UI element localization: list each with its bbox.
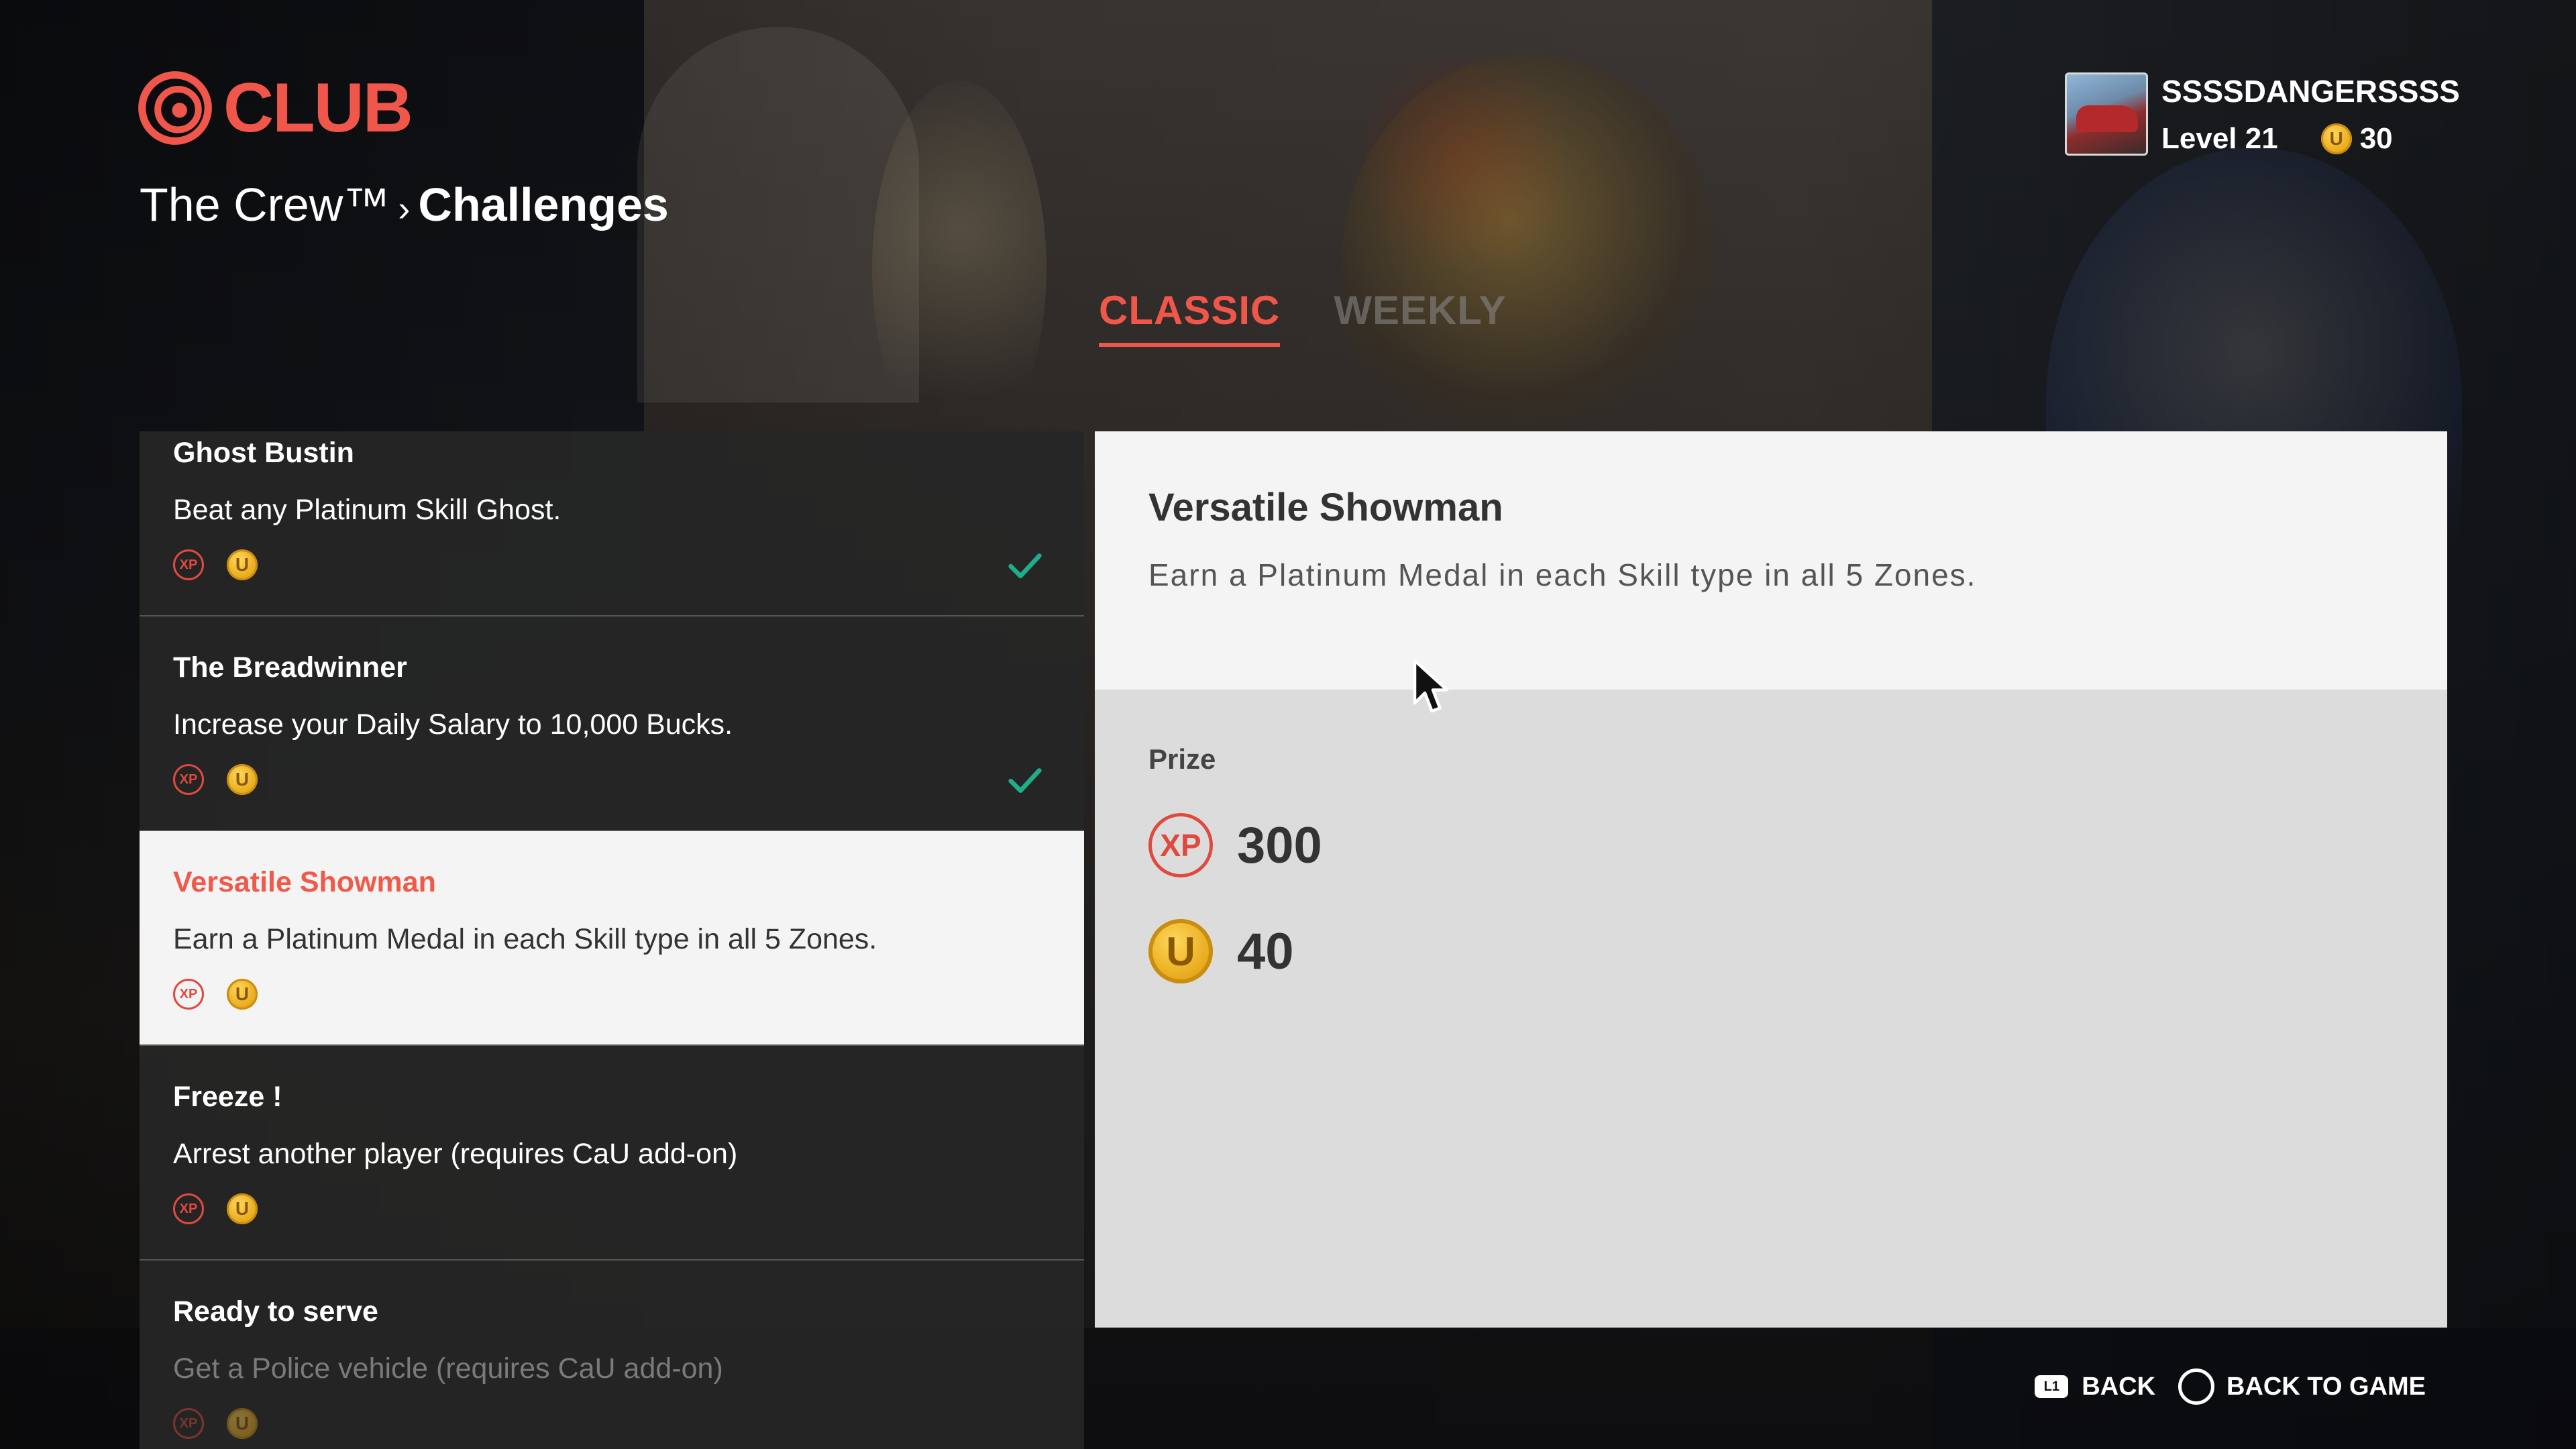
checkmark-icon [1008, 768, 1042, 794]
challenge-detail-panel: Versatile Showman Earn a Platinum Medal … [1095, 431, 2447, 1328]
detail-header: Versatile Showman Earn a Platinum Medal … [1095, 431, 2447, 690]
back-to-game-button[interactable]: BACK TO GAME [2226, 1373, 2426, 1401]
reward-icons: XP U [173, 1193, 1051, 1224]
challenge-list[interactable]: Ghost Bustin Beat any Platinum Skill Gho… [140, 431, 1084, 1449]
profile-info: SSSSDANGERSSSS Level 21 U 30 [2161, 72, 2460, 156]
page-title: Challenges [418, 178, 669, 231]
prize-label: Prize [1148, 743, 1216, 775]
challenge-description: Beat any Platinum Skill Ghost. [173, 494, 561, 526]
mouse-cursor-icon [1413, 659, 1449, 713]
coin-icon: U [227, 549, 258, 580]
coin-icon: U [227, 764, 258, 795]
challenge-title: Versatile Showman [173, 866, 436, 898]
footer-controls: L1 BACK BACK TO GAME [2035, 1368, 2426, 1405]
logo-text: CLUB [223, 69, 413, 147]
challenge-description: Get a Police vehicle (requires CaU add-o… [173, 1352, 723, 1385]
challenge-description: Earn a Platinum Medal in each Skill type… [173, 923, 877, 955]
xp-prize-value: 300 [1237, 816, 1322, 874]
club-swirl-icon [138, 71, 212, 145]
challenge-title: Freeze ! [173, 1081, 282, 1113]
reward-icons: XP U [173, 979, 1051, 1010]
challenge-title: The Breadwinner [173, 651, 407, 684]
avatar[interactable] [2065, 72, 2148, 156]
breadcrumb-parent[interactable]: The Crew™ [140, 178, 390, 231]
challenge-description: Arrest another player (requires CaU add-… [173, 1138, 738, 1170]
reward-icons: XP U [173, 1408, 1051, 1439]
level-row: Level 21 U 30 [2161, 122, 2460, 156]
xp-icon: XP [173, 1193, 204, 1224]
detail-description: Earn a Platinum Medal in each Skill type… [1148, 557, 1977, 592]
back-button[interactable]: BACK [2082, 1373, 2155, 1401]
circle-button-icon [2178, 1368, 2215, 1405]
breadcrumb: The Crew™ › Challenges [140, 181, 669, 228]
coin-prize-value: 40 [1237, 922, 1294, 980]
detail-title: Versatile Showman [1148, 486, 1503, 529]
list-item-selected[interactable]: Versatile Showman Earn a Platinum Medal … [140, 831, 1084, 1046]
challenge-title: Ready to serve [173, 1295, 378, 1328]
xp-icon: XP [1148, 813, 1213, 877]
challenge-tabs: CLASSIC WEEKLY [1099, 287, 1507, 347]
coin-icon: U [227, 979, 258, 1010]
coin-icon: U [2320, 123, 2352, 154]
breadcrumb-separator: › [398, 189, 411, 229]
username: SSSSDANGERSSSS [2161, 74, 2460, 109]
user-profile[interactable]: SSSSDANGERSSSS Level 21 U 30 [2065, 72, 2460, 156]
xp-icon: XP [173, 764, 204, 795]
coin-icon: U [227, 1408, 258, 1439]
coin-prize-row: U 40 [1148, 919, 2394, 983]
reward-icons: XP U [173, 764, 1051, 795]
xp-icon: XP [173, 1408, 204, 1439]
list-item[interactable]: Ghost Bustin Beat any Platinum Skill Gho… [140, 431, 1084, 616]
xp-icon: XP [173, 979, 204, 1010]
coin-icon: U [1148, 919, 1213, 983]
challenge-description: Increase your Daily Salary to 10,000 Buc… [173, 708, 733, 741]
challenge-title: Ghost Bustin [173, 437, 354, 469]
list-item[interactable]: The Breadwinner Increase your Daily Sala… [140, 616, 1084, 831]
list-item[interactable]: Freeze ! Arrest another player (requires… [140, 1046, 1084, 1260]
prize-section: Prize XP 300 U 40 [1095, 690, 2447, 983]
checkmark-icon [1008, 553, 1042, 579]
club-logo: CLUB [138, 69, 413, 147]
tab-weekly[interactable]: WEEKLY [1334, 287, 1506, 347]
tab-classic[interactable]: CLASSIC [1099, 287, 1281, 347]
xp-prize-row: XP 300 [1148, 813, 2394, 877]
coin-icon: U [227, 1193, 258, 1224]
l1-button-icon: L1 [2035, 1375, 2069, 1398]
reward-icons: XP U [173, 549, 1051, 580]
list-item[interactable]: Ready to serve Get a Police vehicle (req… [140, 1260, 1084, 1449]
coin-balance: 30 [2359, 122, 2393, 155]
xp-icon: XP [173, 549, 204, 580]
player-level: Level 21 [2161, 122, 2278, 155]
